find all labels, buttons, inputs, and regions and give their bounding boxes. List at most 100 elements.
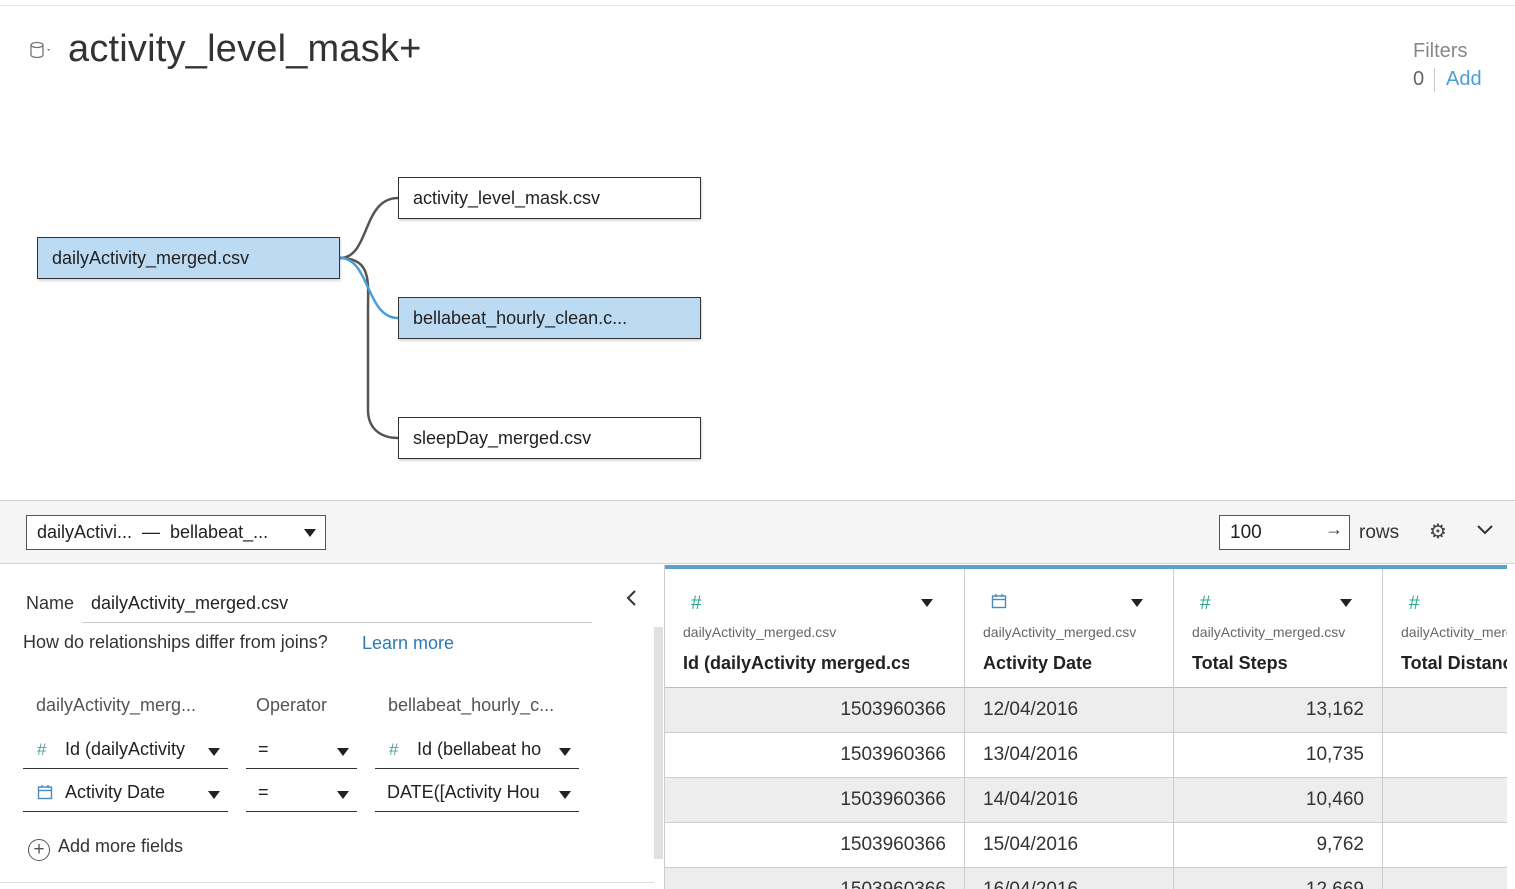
calendar-icon xyxy=(991,593,1007,615)
add-more-fields-button[interactable]: + Add more fields xyxy=(28,836,183,861)
table-cell[interactable] xyxy=(1383,868,1508,889)
column-source: dailyActivity_merged.csv xyxy=(683,624,837,640)
operator-label: = xyxy=(258,739,269,759)
noodle-activity-level-mask xyxy=(339,196,399,260)
table-cell[interactable] xyxy=(1383,823,1508,868)
relationship-edit-panel: Name dailyActivity_merged.csv How do rel… xyxy=(0,565,664,889)
add-filter-link[interactable]: Add xyxy=(1446,68,1482,91)
right-table-header: bellabeat_hourly_c... xyxy=(388,695,555,715)
caret-down-icon xyxy=(559,748,571,756)
name-label: Name xyxy=(26,593,75,613)
table-bellabeat-hourly[interactable]: bellabeat_hourly_clean.c... xyxy=(398,297,701,339)
chevron-down-icon[interactable] xyxy=(1476,523,1494,535)
number-icon: # xyxy=(1409,593,1420,614)
relationship-noodles xyxy=(339,196,399,440)
learn-more-link[interactable]: Learn more xyxy=(362,633,454,654)
rows-count-value: 100 xyxy=(1230,522,1262,543)
caret-down-icon[interactable] xyxy=(1340,599,1352,607)
rows-count-input[interactable]: 100 → xyxy=(1219,515,1350,550)
table-row: 1503960366 14/04/2016 10,460 xyxy=(665,778,1508,823)
number-icon: # xyxy=(691,593,702,614)
relationship-selector-label: dailyActivi... — bellabeat_... xyxy=(37,522,269,542)
column-source: dailyActivity_merged.csv xyxy=(983,624,1137,640)
calendar-icon xyxy=(37,783,57,803)
table-cell[interactable]: 9,762 xyxy=(1174,823,1383,868)
column-header-activity-date[interactable]: dailyActivity_merged.csv Activity Date xyxy=(965,569,1174,688)
table-root-dailyactivity[interactable]: dailyActivity_merged.csv xyxy=(37,237,340,279)
table-sleepday[interactable]: sleepDay_merged.csv xyxy=(398,417,701,459)
chevron-left-icon[interactable] xyxy=(624,587,638,609)
left-field-label: Id (dailyActivity xyxy=(65,739,186,759)
number-icon: # xyxy=(1200,593,1211,614)
table-cell[interactable]: 12,669 xyxy=(1174,868,1383,889)
column-header-total-steps[interactable]: # dailyActivity_merged.csv Total Steps xyxy=(1174,569,1383,688)
left-field-select[interactable]: Activity Date xyxy=(23,776,228,812)
table-cell[interactable]: 13/04/2016 xyxy=(965,733,1174,778)
relationship-selector[interactable]: dailyActivi... — bellabeat_... xyxy=(26,515,326,550)
table-cell[interactable]: 1503960366 xyxy=(665,733,965,778)
right-field-label: DATE([Activity Hou xyxy=(387,782,540,802)
caret-down-icon xyxy=(337,791,349,799)
table-cell[interactable]: 10,460 xyxy=(1174,778,1383,823)
table-row: 150396036616/04/201612,669 xyxy=(665,868,1508,889)
left-field-select[interactable]: # Id (dailyActivity xyxy=(23,733,228,769)
right-field-select[interactable]: DATE([Activity Hou xyxy=(375,776,579,812)
operator-header: Operator xyxy=(256,695,328,715)
table-cell[interactable]: 14/04/2016 xyxy=(965,778,1174,823)
operator-select[interactable]: = xyxy=(246,733,357,769)
table-cell[interactable]: 16/04/2016 xyxy=(965,868,1174,889)
filters-divider xyxy=(1434,68,1435,92)
grid-scrollbar[interactable] xyxy=(1507,565,1515,889)
data-source-page: activity_level_mask+ Filters 0 Add daily… xyxy=(0,0,1515,889)
table-cell[interactable]: 1503960366 xyxy=(665,778,965,823)
caret-down-icon xyxy=(304,529,316,537)
right-field-label: Id (bellabeat ho xyxy=(417,739,542,759)
datasource-title[interactable]: activity_level_mask+ xyxy=(68,28,422,71)
left-field-label: Activity Date xyxy=(65,782,166,802)
column-header-id[interactable]: # dailyActivity_merged.csv Id (dailyActi… xyxy=(665,569,965,688)
caret-down-icon[interactable] xyxy=(1131,599,1143,607)
add-more-fields-label: Add more fields xyxy=(58,836,184,856)
table-cell[interactable]: 1503960366 xyxy=(665,688,965,733)
column-name: Activity Date xyxy=(983,653,1093,673)
operator-select[interactable]: = xyxy=(246,776,357,812)
relationships-help-text: How do relationships differ from joins? xyxy=(23,632,328,652)
caret-down-icon xyxy=(208,748,220,756)
table-cell[interactable] xyxy=(1383,688,1508,733)
table-row: 1503960366 12/04/2016 13,162 xyxy=(665,688,1508,733)
datasource-icon[interactable] xyxy=(28,40,54,62)
table-cell[interactable]: 12/04/2016 xyxy=(965,688,1174,733)
table-cell[interactable]: 10,735 xyxy=(1174,733,1383,778)
right-field-select[interactable]: # Id (bellabeat ho xyxy=(375,733,579,769)
table-cell[interactable]: 13,162 xyxy=(1174,688,1383,733)
column-name: Total Distance xyxy=(1401,653,1508,673)
column-source: dailyActivity_merged.csv xyxy=(1192,624,1346,640)
table-activity-level-mask[interactable]: activity_level_mask.csv xyxy=(398,177,701,219)
caret-down-icon[interactable] xyxy=(921,599,933,607)
data-grid: # dailyActivity_merged.csv Id (dailyActi… xyxy=(664,565,1508,889)
table-cell[interactable] xyxy=(1383,778,1508,823)
filters-count: 0 xyxy=(1413,68,1425,90)
operator-label: = xyxy=(258,782,269,802)
name-field[interactable]: dailyActivity_merged.csv xyxy=(82,585,592,623)
table-cell[interactable]: 15/04/2016 xyxy=(965,823,1174,868)
grid-toolbar: dailyActivi... — bellabeat_... 100 → row… xyxy=(0,501,1515,564)
left-table-header: dailyActivity_merg... xyxy=(36,695,197,715)
plus-circle-icon: + xyxy=(28,839,50,861)
arrow-right-icon[interactable]: → xyxy=(1325,519,1343,540)
caret-down-icon xyxy=(208,791,220,799)
column-name: Total Steps xyxy=(1192,653,1288,673)
caret-down-icon xyxy=(559,791,571,799)
table-cell[interactable] xyxy=(1383,733,1508,778)
number-icon: # xyxy=(37,740,47,759)
table-cell[interactable]: 1503960366 xyxy=(665,823,965,868)
noodle-sleepday xyxy=(339,256,399,440)
column-header-total-distance[interactable]: # dailyActivity_merged.csv Total Distanc… xyxy=(1383,569,1508,688)
number-icon: # xyxy=(389,740,399,759)
top-border xyxy=(0,5,1515,6)
panel-scrollbar[interactable] xyxy=(654,627,663,859)
relationship-canvas[interactable]: dailyActivity_merged.csv activity_level_… xyxy=(0,110,1515,500)
gear-icon[interactable]: ⚙ xyxy=(1429,522,1447,542)
table-cell[interactable]: 1503960366 xyxy=(665,868,965,889)
panel-bottom-border xyxy=(0,882,654,883)
